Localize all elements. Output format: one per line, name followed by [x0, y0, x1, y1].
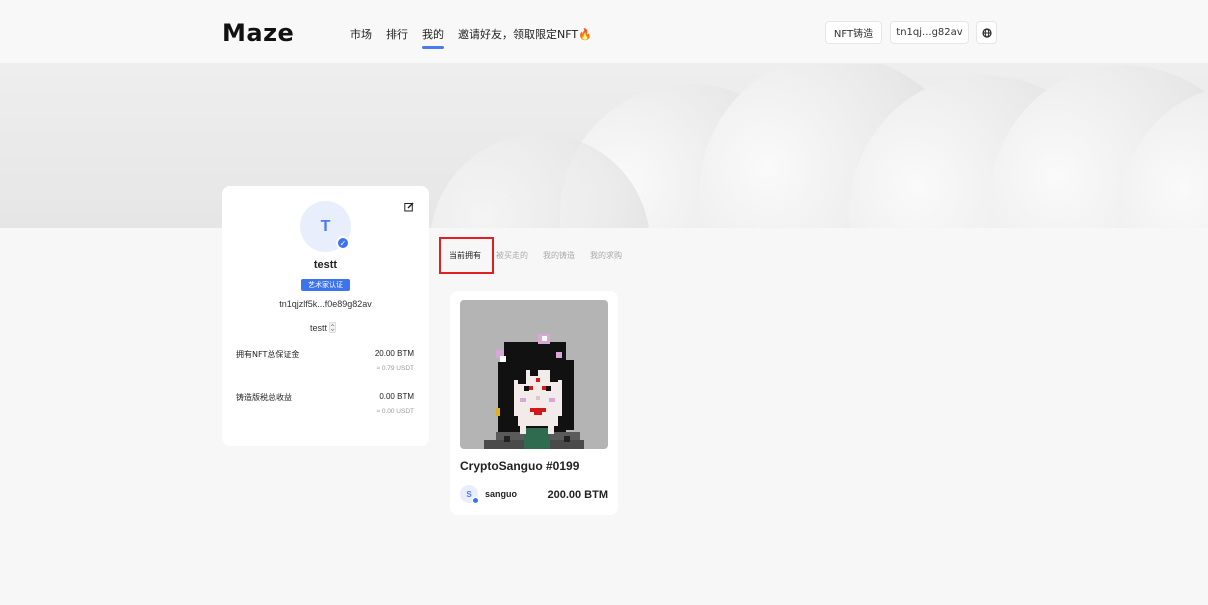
wallet-address-button[interactable]: tn1qj...g82av [890, 21, 969, 44]
nav-mine[interactable]: 我的 [422, 26, 444, 49]
nft-image[interactable] [460, 300, 608, 449]
wallet-address: tn1qjzlf5k...f0e89g82av [279, 299, 372, 309]
globe-icon[interactable] [976, 21, 997, 44]
profile-banner [0, 64, 1208, 228]
nav-ranking[interactable]: 排行 [386, 26, 408, 48]
nft-price: 200.00 BTM [547, 489, 608, 501]
stat-sub-value: ≈ 0.00 USDT [376, 408, 414, 415]
creator-verified-dot [472, 497, 479, 504]
profile-card: T ✓ testt 艺术家认证 tn1qjzlf5k...f0e89g82av … [222, 186, 429, 446]
nft-title[interactable]: CryptoSanguo #0199 [460, 459, 579, 473]
username: testt [313, 259, 338, 271]
tab-my-bids[interactable]: 我的求购 [590, 250, 622, 261]
nft-mint-button[interactable]: NFT铸造 [825, 21, 882, 44]
edit-icon[interactable] [404, 202, 414, 212]
tab-my-minted[interactable]: 我的铸造 [543, 250, 575, 261]
stat-value: 20.00 BTM [374, 349, 414, 358]
pixel-art-portrait [484, 334, 584, 449]
stat-sub-value: ≈ 0.79 USDT [376, 365, 414, 372]
tab-sold[interactable]: 被买走的 [496, 250, 528, 261]
verified-check-icon: ✓ [336, 236, 350, 250]
account-select-value: testt [310, 322, 328, 333]
main-nav: 市场 排行 我的 邀请好友，领取限定NFT🔥 [350, 26, 606, 49]
nav-market[interactable]: 市场 [350, 26, 372, 48]
top-navigation-bar: Maze 市场 排行 我的 邀请好友，领取限定NFT🔥 NFT铸造 tn1qj.… [0, 0, 1208, 64]
creator-name[interactable]: sanguo [485, 489, 517, 499]
language-globe-icon [981, 27, 992, 38]
nav-invite-friends[interactable]: 邀请好友，领取限定NFT🔥 [458, 26, 592, 48]
account-select[interactable]: testt [310, 322, 337, 333]
annotation-highlight-box [439, 237, 494, 274]
stat-label: 铸造版税总收益 [236, 393, 292, 402]
artist-verified-badge: 艺术家认证 [301, 279, 350, 291]
stat-value: 0.00 BTM [379, 392, 414, 401]
maze-logo[interactable]: Maze [222, 19, 294, 47]
stepper-icon[interactable] [329, 322, 337, 333]
stat-label: 拥有NFT总保证金 [236, 350, 300, 359]
nft-card[interactable]: CryptoSanguo #0199 S sanguo 200.00 BTM [450, 291, 618, 515]
